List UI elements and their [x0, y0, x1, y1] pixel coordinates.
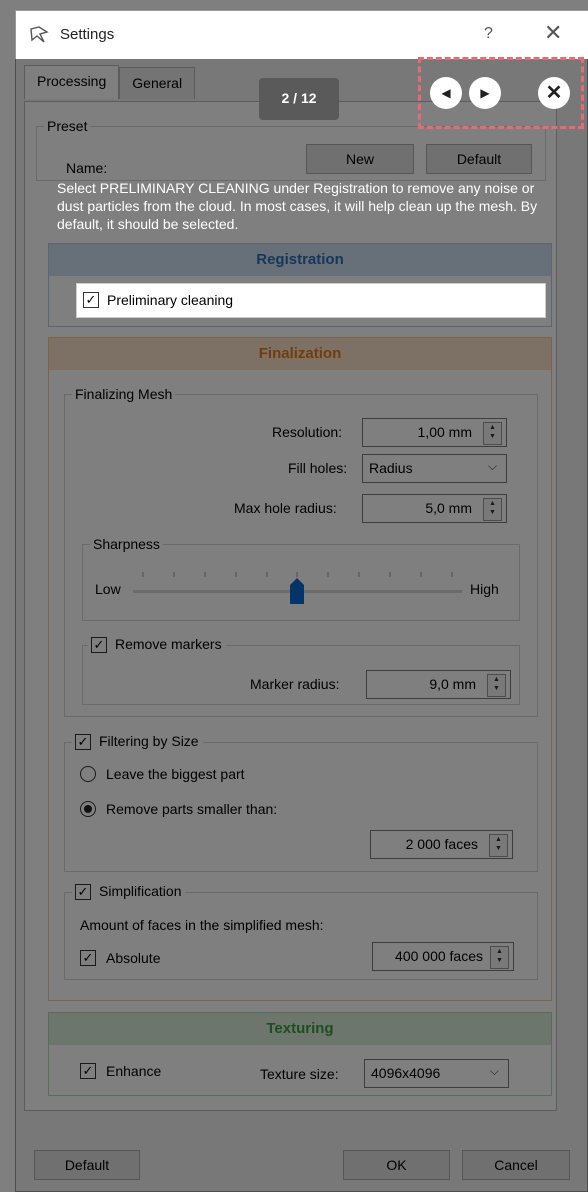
app-logo-icon: [30, 26, 49, 43]
window-close-button[interactable]: ✕: [544, 20, 562, 46]
preliminary-cleaning-checkbox[interactable]: ✓: [83, 292, 99, 308]
chevron-right-icon[interactable]: ▶: [469, 77, 501, 109]
tutorial-nav-controls: ◀ ▶ ✕: [418, 57, 584, 129]
preliminary-cleaning-highlight[interactable]: ✓ Preliminary cleaning: [76, 283, 546, 318]
tutorial-text: Select PRELIMINARY CLEANING under Regist…: [57, 180, 538, 232]
tutorial-step-counter: 2 / 12: [259, 78, 339, 120]
preliminary-cleaning-label: Preliminary cleaning: [107, 292, 234, 308]
close-icon[interactable]: ✕: [538, 77, 570, 109]
title-bar: Settings ? ✕: [16, 11, 588, 59]
window-title: Settings: [60, 26, 115, 43]
chevron-left-icon[interactable]: ◀: [430, 77, 462, 109]
help-button[interactable]: ?: [484, 25, 493, 43]
